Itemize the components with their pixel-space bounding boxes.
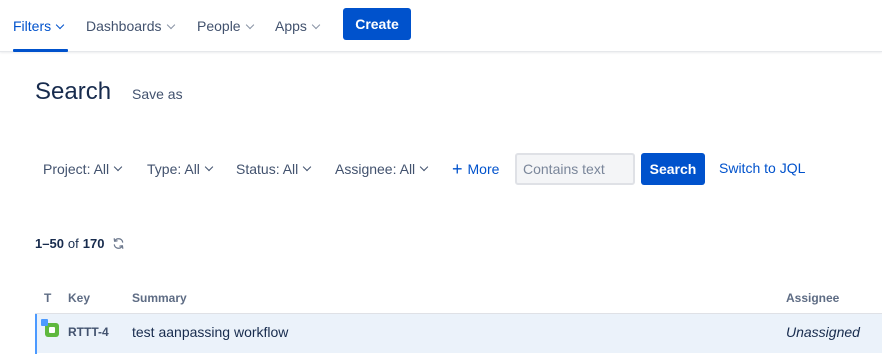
contains-text-input[interactable] xyxy=(515,153,635,185)
nav-dashboards[interactable]: Dashboards xyxy=(86,0,175,52)
result-total: 170 xyxy=(82,236,105,251)
chevron-down-icon xyxy=(303,162,312,172)
selected-row-indicator xyxy=(35,314,37,354)
project-filter-label: Project: All xyxy=(43,161,110,177)
chevron-down-icon xyxy=(204,162,214,172)
nav-filters[interactable]: Filters xyxy=(13,0,68,52)
chevron-down-icon xyxy=(245,20,254,29)
more-filters-label: More xyxy=(467,161,500,177)
nav-people-label: People xyxy=(197,18,241,34)
issue-summary-link[interactable]: test aanpassing workflow xyxy=(132,324,288,340)
status-filter[interactable]: Status: All xyxy=(236,156,312,182)
chevron-down-icon xyxy=(113,162,123,172)
nav-apps[interactable]: Apps xyxy=(275,0,321,52)
top-navigation: Filters Dashboards People Apps Create xyxy=(0,0,882,52)
assignee-filter-label: Assignee: All xyxy=(335,161,416,177)
project-filter[interactable]: Project: All xyxy=(43,156,123,182)
plus-icon: + xyxy=(452,159,463,179)
selection-marker-icon xyxy=(41,319,48,326)
type-filter-label: Type: All xyxy=(147,161,200,177)
chevron-down-icon xyxy=(55,20,65,29)
switch-to-jql-link[interactable]: Switch to JQL xyxy=(719,160,805,176)
column-header-key[interactable]: Key xyxy=(68,291,90,305)
assignee-filter[interactable]: Assignee: All xyxy=(335,156,429,182)
chevron-down-icon xyxy=(311,20,321,29)
result-range: 1–50 xyxy=(35,236,64,251)
search-button[interactable]: Search xyxy=(641,153,705,185)
nav-filters-label: Filters xyxy=(13,18,52,34)
status-filter-label: Status: All xyxy=(236,161,299,177)
column-header-summary[interactable]: Summary xyxy=(132,291,187,305)
nav-dashboards-label: Dashboards xyxy=(86,18,162,34)
chevron-down-icon xyxy=(166,20,175,29)
chevron-down-icon xyxy=(419,162,429,172)
nav-apps-label: Apps xyxy=(275,18,307,34)
refresh-icon[interactable] xyxy=(112,237,125,250)
save-as-button[interactable]: Save as xyxy=(132,86,183,102)
column-header-assignee[interactable]: Assignee xyxy=(786,291,839,305)
column-header-type[interactable]: T xyxy=(44,291,51,305)
issue-key-link[interactable]: RTTT-4 xyxy=(68,325,109,339)
nav-people[interactable]: People xyxy=(197,0,254,52)
issue-assignee: Unassigned xyxy=(786,324,860,340)
create-button[interactable]: Create xyxy=(343,8,411,40)
result-of: of xyxy=(67,236,79,251)
table-row[interactable]: RTTT-4 test aanpassing workflow Unassign… xyxy=(35,313,882,354)
result-count: 1–50 of 170 xyxy=(35,236,125,251)
page-title: Search xyxy=(35,78,112,105)
type-filter[interactable]: Type: All xyxy=(147,156,214,182)
more-filters-button[interactable]: + More xyxy=(452,156,499,182)
